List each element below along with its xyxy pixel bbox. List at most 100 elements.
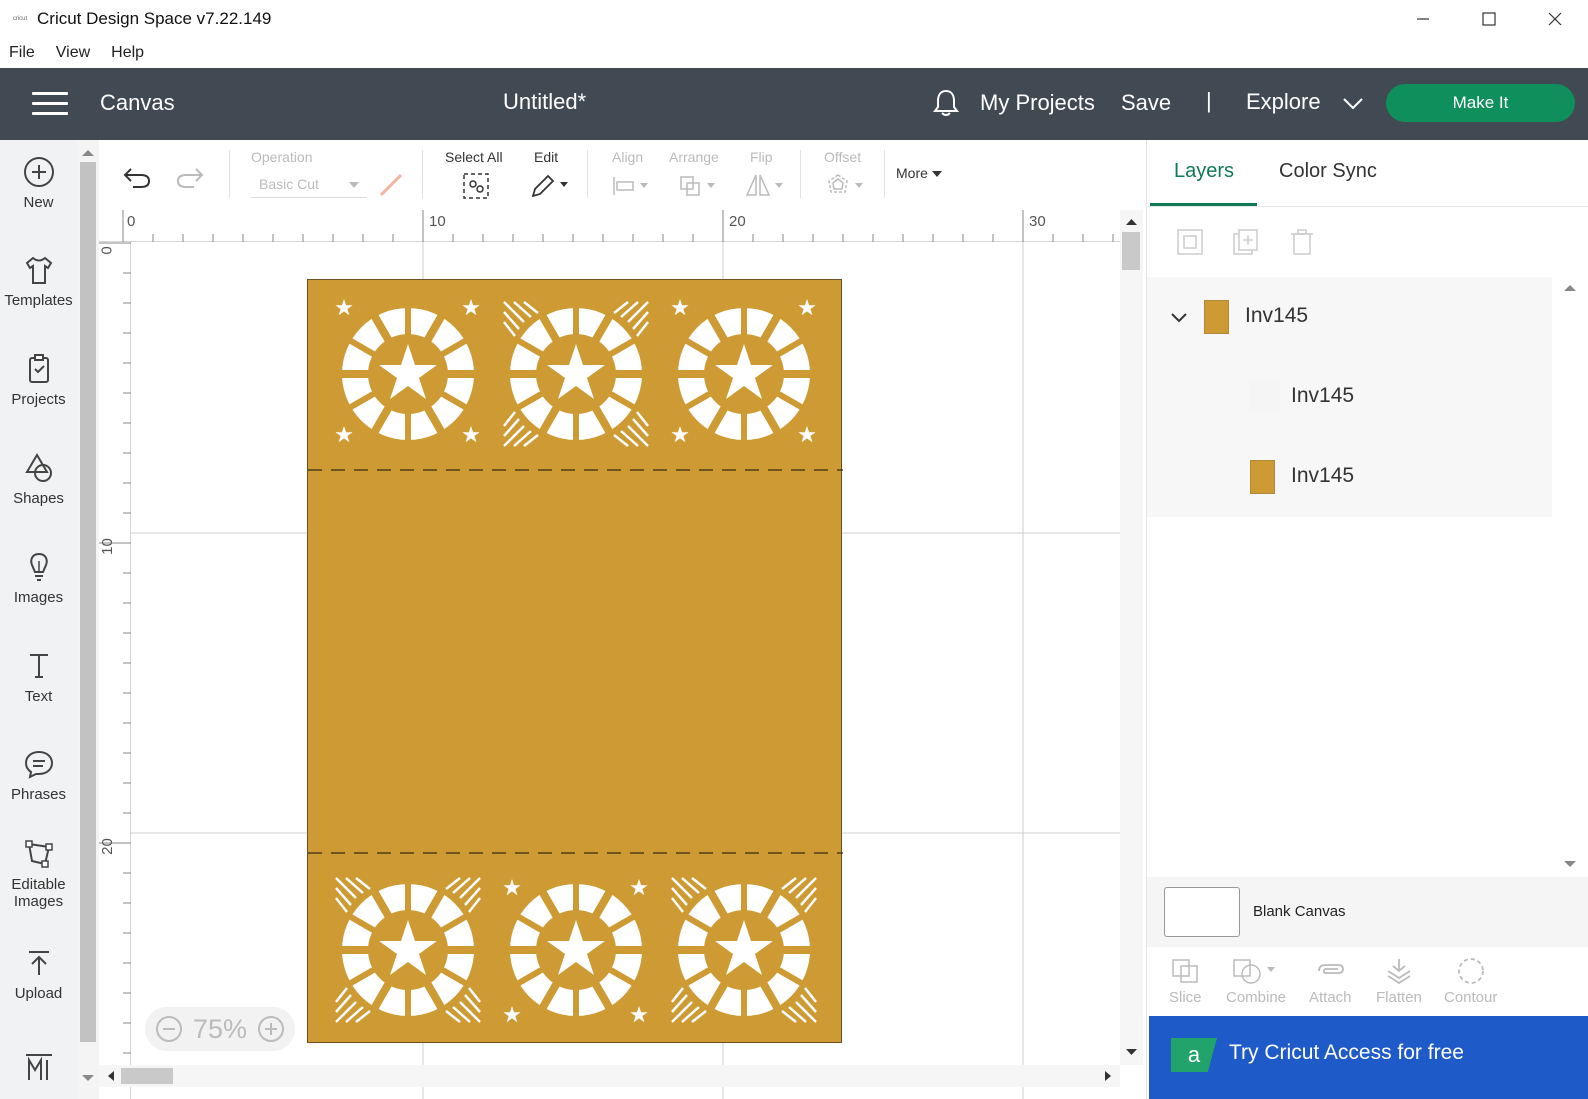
sidebar-item-templates[interactable]: Templates — [0, 254, 77, 309]
explore-dropdown[interactable]: Explore — [1246, 89, 1321, 115]
layer-list: Inv145 Inv145 Inv145 — [1147, 277, 1552, 517]
group-icon[interactable] — [1175, 227, 1205, 257]
sidebar-item-shapes[interactable]: Shapes — [0, 452, 77, 507]
close-icon — [1548, 12, 1562, 26]
arrange-label: Arrange — [669, 149, 719, 165]
offset-icon[interactable] — [825, 172, 867, 205]
arrange-icon[interactable] — [678, 174, 718, 203]
redo-icon[interactable] — [174, 164, 206, 195]
chevron-down-icon[interactable] — [1169, 311, 1189, 325]
blank-canvas-row[interactable]: Blank Canvas — [1147, 877, 1588, 947]
sidebar-label-templates: Templates — [4, 292, 73, 309]
chevron-down-icon[interactable] — [1342, 97, 1364, 116]
close-button[interactable] — [1522, 0, 1588, 38]
maximize-button[interactable] — [1456, 0, 1522, 38]
menu-view[interactable]: View — [56, 44, 90, 62]
make-it-button[interactable]: Make It — [1386, 84, 1575, 122]
tab-color-sync[interactable]: Color Sync — [1279, 160, 1377, 183]
sidebar-label-editable-images: Editable Images — [11, 876, 66, 910]
canvas-vscroll-thumb[interactable] — [1122, 232, 1140, 270]
toolbar-divider — [800, 150, 801, 198]
sidebar-item-text[interactable]: Text — [0, 650, 77, 705]
cricut-access-logo-icon: a — [1171, 1038, 1217, 1072]
scroll-down-icon[interactable] — [1120, 1042, 1143, 1062]
align-icon[interactable] — [611, 174, 651, 203]
attach-label: Attach — [1309, 989, 1352, 1006]
menu-file[interactable]: File — [9, 44, 35, 62]
design-canvas[interactable]: 0 10 20 30 0 10 20 75% — [99, 210, 1143, 1099]
select-all-label: Select All — [445, 149, 503, 165]
sidebar-item-monogram[interactable] — [0, 1050, 77, 1088]
sidebar-item-images[interactable]: Images — [0, 551, 77, 606]
menu-help[interactable]: Help — [111, 44, 144, 62]
sidebar-scrollbar[interactable] — [77, 140, 99, 1099]
sidebar-item-phrases[interactable]: Phrases — [0, 748, 77, 803]
layer-item-row[interactable]: Inv145 — [1147, 437, 1552, 517]
blank-canvas-swatch[interactable] — [1164, 887, 1240, 937]
scroll-down-icon[interactable] — [1560, 857, 1580, 871]
scroll-up-icon[interactable] — [1120, 212, 1143, 232]
sidebar-label-upload: Upload — [14, 985, 63, 1002]
flatten-label: Flatten — [1376, 989, 1422, 1006]
toolbar-divider — [422, 150, 423, 198]
scroll-up-icon[interactable] — [1560, 281, 1580, 295]
duplicate-icon[interactable] — [1231, 227, 1261, 257]
scroll-right-icon[interactable] — [1098, 1065, 1118, 1087]
hamburger-menu-icon[interactable] — [32, 92, 68, 116]
notification-bell-icon[interactable] — [932, 88, 960, 123]
design-card-inv145[interactable] — [307, 279, 843, 1043]
scroll-up-icon[interactable] — [77, 144, 99, 164]
delete-icon[interactable] — [1287, 227, 1317, 257]
undo-icon[interactable] — [121, 164, 153, 195]
edit-dropdown[interactable] — [529, 172, 571, 205]
contour-button[interactable]: Contour — [1444, 957, 1497, 1006]
zoom-out-icon[interactable] — [155, 1015, 183, 1043]
scroll-down-icon[interactable] — [77, 1068, 99, 1088]
scroll-left-icon[interactable] — [101, 1065, 121, 1087]
sidebar-item-upload[interactable]: Upload — [0, 947, 77, 1002]
slice-button[interactable]: Slice — [1169, 957, 1202, 1006]
layer-actions: Slice Combine Attach Flatten Contour — [1147, 947, 1588, 1019]
contour-label: Contour — [1444, 989, 1498, 1006]
zoom-level: 75% — [192, 1013, 248, 1044]
operation-select[interactable]: Basic Cut — [251, 172, 367, 198]
attach-button[interactable]: Attach — [1309, 957, 1352, 1006]
line-color-swatch[interactable] — [378, 172, 404, 203]
my-projects-link[interactable]: My Projects — [980, 90, 1095, 116]
more-dropdown[interactable]: More — [896, 165, 942, 181]
sidebar-label-new: New — [23, 194, 54, 211]
clipboard-icon — [28, 354, 49, 383]
paperclip-icon — [1318, 964, 1345, 974]
edit-nodes-icon — [24, 840, 53, 868]
layer-item-row[interactable]: Inv145 — [1147, 357, 1552, 437]
sidebar-item-projects[interactable]: Projects — [0, 353, 77, 408]
layer-item-name: Inv145 — [1291, 384, 1355, 407]
sidebar-label-images: Images — [13, 589, 64, 606]
canvas-horizontal-scrollbar[interactable] — [99, 1065, 1120, 1087]
edit-label: Edit — [534, 149, 559, 165]
contour-icon — [1457, 958, 1484, 984]
access-banner-text: Try Cricut Access for free — [1229, 1041, 1464, 1064]
combine-button[interactable]: Combine — [1226, 957, 1286, 1006]
window-titlebar: cricut Cricut Design Space v7.22.149 — [0, 0, 1588, 38]
offset-label: Offset — [824, 149, 862, 165]
slice-label: Slice — [1169, 989, 1202, 1006]
tab-layers[interactable]: Layers — [1174, 160, 1234, 183]
minimize-button[interactable] — [1390, 0, 1456, 38]
ruler-horizontal: 0 10 20 30 — [99, 210, 1143, 242]
sidebar-item-new[interactable]: New — [0, 156, 77, 211]
sidebar-item-editable-images[interactable]: Editable Images — [0, 838, 77, 910]
layers-scrollbar[interactable] — [1552, 277, 1588, 877]
cricut-access-banner[interactable]: a Try Cricut Access for free — [1149, 1016, 1588, 1099]
zoom-in-icon[interactable] — [257, 1015, 285, 1043]
project-title[interactable]: Untitled* — [503, 89, 586, 115]
canvas-vertical-scrollbar[interactable] — [1120, 210, 1143, 1065]
flatten-button[interactable]: Flatten — [1376, 957, 1422, 1006]
edit-toolbar: Operation Basic Cut Select All Edit Alig… — [99, 140, 1159, 210]
select-all-icon[interactable] — [462, 172, 490, 205]
layer-group-row[interactable]: Inv145 — [1147, 277, 1552, 357]
sidebar-scroll-thumb[interactable] — [80, 162, 96, 1042]
save-button[interactable]: Save — [1121, 90, 1171, 116]
flip-icon[interactable] — [744, 172, 786, 205]
canvas-hscroll-thumb[interactable] — [121, 1068, 173, 1084]
